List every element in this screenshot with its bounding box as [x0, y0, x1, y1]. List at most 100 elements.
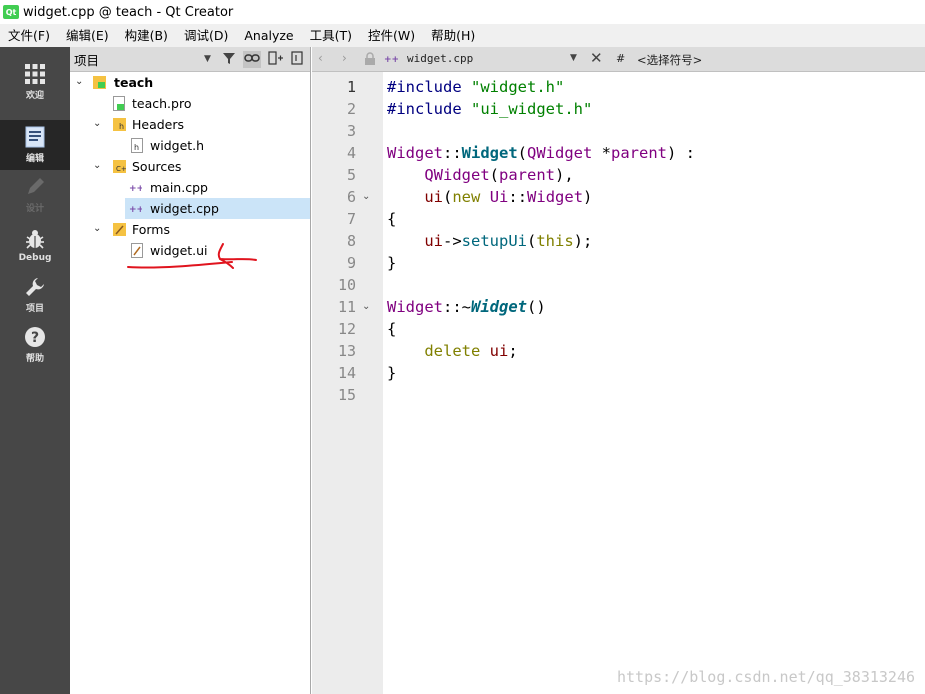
code-line[interactable]: ui(new Ui::Widget) — [387, 186, 592, 208]
mode-help[interactable]: ? 帮助 — [0, 320, 70, 370]
close-icon[interactable]: ✕ — [590, 49, 603, 67]
mode-welcome[interactable]: 欢迎 — [0, 57, 70, 107]
menu-edit[interactable]: 编辑(E) — [58, 24, 117, 47]
mode-design-label: 设计 — [25, 204, 44, 214]
hash-label: # — [616, 52, 626, 65]
mode-help-label: 帮助 — [25, 354, 44, 364]
project-view-combo[interactable]: 项目 — [74, 50, 99, 69]
menu-help[interactable]: 帮助(H) — [423, 24, 483, 47]
code-line[interactable]: } — [387, 252, 396, 274]
svg-text:++: ++ — [129, 205, 142, 215]
back-arrow-icon[interactable]: ‹ — [318, 51, 323, 65]
code-line[interactable]: } — [387, 362, 396, 384]
code-line[interactable]: delete ui; — [387, 340, 517, 362]
code-line[interactable]: #include "widget.h" — [387, 76, 564, 98]
split-icon[interactable] — [267, 51, 285, 68]
tree-item-teach[interactable]: ⌄ teach — [70, 72, 310, 93]
tree-label: Sources — [132, 159, 182, 174]
pencil-icon — [28, 178, 44, 194]
chevron-down-icon[interactable]: ⌄ — [93, 160, 101, 171]
menu-controls[interactable]: 控件(W) — [360, 24, 423, 47]
code-line[interactable]: ui->setupUi(this); — [387, 230, 592, 252]
help-icon: ? — [25, 327, 45, 347]
line-number: 2 — [346, 100, 356, 118]
tree-item-widget-cpp[interactable]: ++ widget.cpp — [125, 198, 310, 219]
code-line[interactable]: #include "ui_widget.h" — [387, 98, 592, 120]
link-icon[interactable] — [243, 51, 261, 68]
chevron-down-icon[interactable]: ▼ — [204, 54, 211, 64]
tree-label: teach.pro — [132, 96, 192, 111]
line-number: 9 — [346, 254, 356, 272]
pro-file-icon — [113, 96, 125, 111]
project-folder-icon — [93, 76, 106, 89]
line-number: 6 — [346, 188, 356, 206]
mode-edit-label: 编辑 — [25, 154, 44, 164]
close-pane-icon[interactable] — [288, 51, 306, 68]
code-line[interactable]: { — [387, 208, 396, 230]
menu-build[interactable]: 构建(B) — [117, 24, 176, 47]
forward-arrow-icon[interactable]: › — [342, 51, 347, 65]
headers-folder-icon: h — [113, 118, 126, 131]
tree-item-headers[interactable]: ⌄ h Headers — [70, 114, 310, 135]
watermark: https://blog.csdn.net/qq_38313246 — [616, 668, 915, 686]
chevron-down-icon[interactable]: ⌄ — [75, 76, 83, 87]
mode-selector: 欢迎 编辑 设计 Debug 项目 ? 帮助 — [0, 47, 70, 694]
code-editor[interactable]: #include "widget.h" #include "ui_widget.h… — [383, 72, 925, 694]
filter-icon[interactable] — [220, 51, 238, 68]
svg-text:h: h — [134, 143, 139, 152]
grid-icon — [25, 64, 45, 84]
tree-item-main-cpp[interactable]: ++ main.cpp — [70, 177, 310, 198]
open-file-combo[interactable]: widget.cpp — [407, 52, 473, 65]
line-number: 5 — [346, 166, 356, 184]
mode-debug[interactable]: Debug — [0, 220, 70, 270]
sources-folder-icon: C+ — [113, 160, 126, 173]
tree-label: Headers — [132, 117, 185, 132]
tree-item-sources[interactable]: ⌄ C+ Sources — [70, 156, 310, 177]
menu-tools[interactable]: 工具(T) — [302, 24, 360, 47]
code-line[interactable]: Widget::~Widget() — [387, 296, 546, 318]
line-number-gutter: 1 2 3 4 5 6 ⌄ 7 8 9 10 11 ⌄ 12 13 14 15 — [312, 72, 383, 694]
menu-debug[interactable]: 调试(D) — [176, 24, 236, 47]
svg-text:?: ? — [31, 330, 39, 346]
tree-label: teach — [114, 75, 154, 90]
code-line[interactable]: { — [387, 318, 396, 340]
header-file-icon: h — [131, 138, 143, 153]
code-line[interactable]: Widget::Widget(QWidget *parent) : — [387, 142, 695, 164]
edit-doc-icon — [25, 126, 45, 148]
menu-analyze[interactable]: Analyze — [236, 24, 301, 47]
qt-creator-icon: Qt — [3, 5, 19, 19]
chevron-down-icon[interactable]: ⌄ — [93, 118, 101, 129]
mode-debug-label: Debug — [18, 252, 52, 263]
tree-item-widget-h[interactable]: h widget.h — [70, 135, 310, 156]
line-number: 13 — [337, 342, 356, 360]
mode-design[interactable]: 设计 — [0, 170, 70, 220]
window-title: widget.cpp @ teach - Qt Creator — [23, 4, 234, 20]
line-number: 10 — [337, 276, 356, 294]
tree-item-teach-pro[interactable]: teach.pro — [70, 93, 310, 114]
svg-text:++: ++ — [384, 55, 398, 65]
menu-bar: 文件(F) 编辑(E) 构建(B) 调试(D) Analyze 工具(T) 控件… — [0, 24, 925, 47]
mode-projects[interactable]: 项目 — [0, 270, 70, 320]
mode-welcome-label: 欢迎 — [25, 91, 44, 101]
cpp-file-icon: ++ — [384, 52, 399, 68]
symbol-combo[interactable]: <选择符号> — [637, 52, 702, 68]
code-line[interactable]: QWidget(parent), — [387, 164, 573, 186]
lock-icon[interactable] — [364, 52, 376, 68]
red-annotation-arrow-icon — [127, 243, 257, 269]
chevron-down-icon[interactable]: ⌄ — [93, 223, 101, 234]
project-panel: 项目 ▼ ⌄ teach teach.pro ⌄ h Headers h wid… — [70, 47, 311, 694]
bug-icon — [26, 229, 44, 249]
line-number: 15 — [337, 386, 356, 404]
forms-folder-icon — [113, 223, 126, 236]
svg-text:++: ++ — [129, 184, 142, 194]
cpp-file-icon: ++ — [129, 184, 142, 194]
tree-label: main.cpp — [150, 180, 208, 195]
menu-file[interactable]: 文件(F) — [0, 24, 58, 47]
fold-marker-icon[interactable]: ⌄ — [362, 296, 370, 318]
tree-item-forms[interactable]: ⌄ Forms — [70, 219, 310, 240]
cpp-file-icon: ++ — [129, 205, 142, 215]
line-number: 3 — [346, 122, 356, 140]
chevron-down-icon[interactable]: ▼ — [570, 53, 577, 63]
fold-marker-icon[interactable]: ⌄ — [362, 186, 370, 208]
mode-edit[interactable]: 编辑 — [0, 120, 70, 170]
